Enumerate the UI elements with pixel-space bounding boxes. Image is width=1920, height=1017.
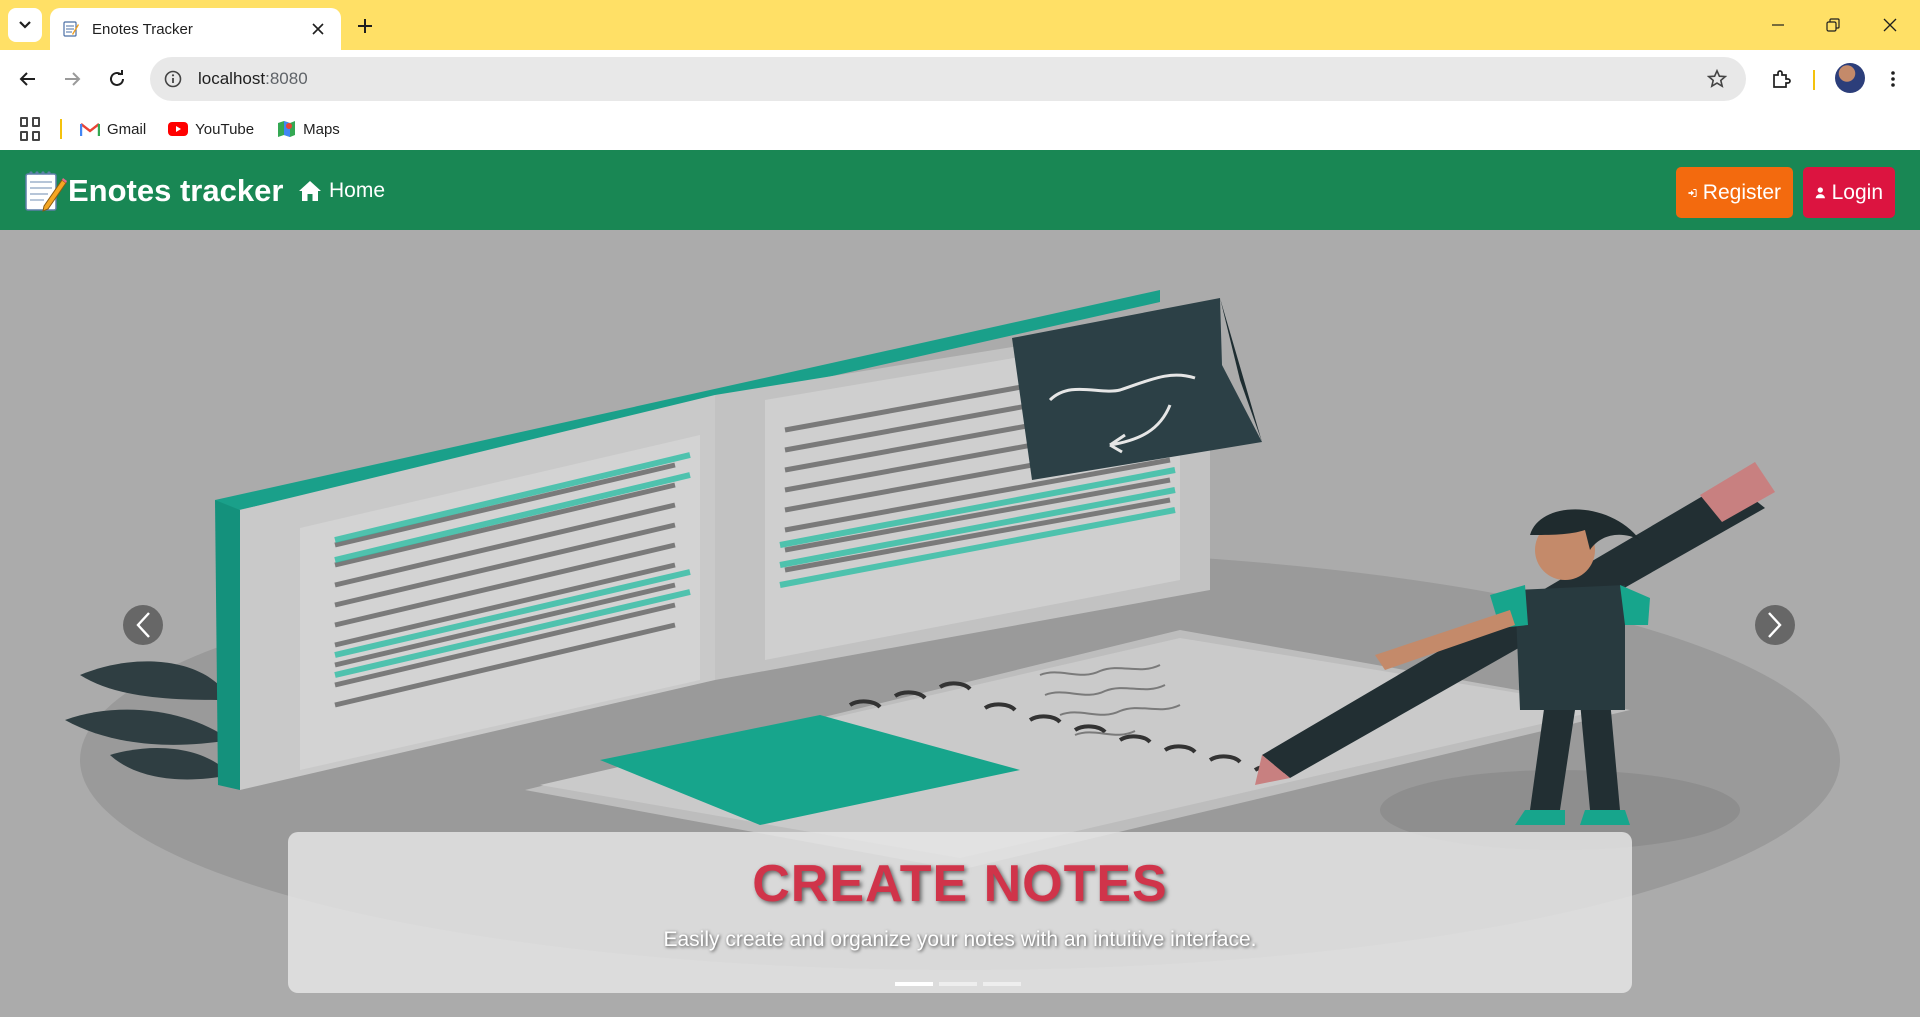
profile-avatar[interactable] <box>1835 63 1865 93</box>
bookmark-youtube[interactable]: YouTube <box>168 121 254 138</box>
youtube-icon <box>168 122 189 136</box>
tab-title: Enotes Tracker <box>92 20 193 38</box>
back-button[interactable] <box>11 62 45 96</box>
caption-title: CREATE NOTES <box>752 855 1168 913</box>
restore-button[interactable] <box>1811 8 1855 42</box>
login-button[interactable]: Login <box>1803 167 1895 218</box>
minimize-icon <box>1772 24 1784 26</box>
address-bar[interactable]: localhost:8080 <box>150 57 1746 101</box>
more-vertical-icon <box>1891 71 1895 87</box>
forward-button[interactable] <box>55 62 89 96</box>
chevron-left-icon <box>136 612 150 638</box>
carousel-indicators <box>895 982 1021 986</box>
carousel-indicator-2[interactable] <box>939 982 977 986</box>
chevron-right-icon <box>1768 612 1782 638</box>
login-label: Login <box>1831 180 1883 204</box>
notepad-pencil-icon <box>25 171 67 212</box>
carousel-next-button[interactable] <box>1755 605 1795 645</box>
close-window-button[interactable] <box>1868 8 1912 42</box>
browser-menu-button[interactable] <box>1876 62 1910 96</box>
carousel-indicator-1[interactable] <box>895 982 933 986</box>
nav-home-link[interactable]: Home <box>298 179 385 203</box>
bookmark-maps[interactable]: Maps <box>276 121 340 138</box>
reload-button[interactable] <box>100 62 134 96</box>
hero-carousel: CREATE NOTES Easily create and organize … <box>0 230 1920 1017</box>
close-tab-icon[interactable] <box>307 18 329 40</box>
carousel-indicator-3[interactable] <box>983 982 1021 986</box>
notepad-icon <box>63 21 79 37</box>
register-button[interactable]: Register <box>1676 167 1793 218</box>
carousel-prev-button[interactable] <box>123 605 163 645</box>
bookmark-label: YouTube <box>195 120 255 138</box>
brand-link[interactable]: Enotes tracker <box>22 168 283 214</box>
arrow-left-icon <box>19 72 35 86</box>
toolbar-divider <box>1813 70 1815 90</box>
browser-toolbar: localhost:8080 <box>0 50 1920 108</box>
maps-icon <box>278 121 296 137</box>
bookmark-label: Gmail <box>107 120 147 138</box>
apps-grid-icon[interactable] <box>20 117 44 141</box>
gmail-icon <box>80 123 100 136</box>
user-icon <box>1815 186 1826 198</box>
browser-tabstrip: Enotes Tracker <box>0 0 1920 50</box>
brand-title: Enotes tracker <box>68 173 284 208</box>
site-info-icon[interactable] <box>160 66 186 92</box>
app-navbar: Enotes tracker Home Register Login <box>0 150 1920 230</box>
bookmarks-divider <box>60 119 62 139</box>
restore-icon <box>1826 18 1840 32</box>
puzzle-icon <box>1773 70 1791 88</box>
sign-in-icon <box>1688 188 1697 197</box>
register-label: Register <box>1702 180 1781 204</box>
home-icon <box>299 181 321 201</box>
bookmarks-bar: Gmail YouTube Maps <box>0 108 1920 150</box>
close-icon <box>1883 18 1897 32</box>
minimize-button[interactable] <box>1756 8 1800 42</box>
arrow-right-icon <box>65 72 81 86</box>
nav-home-label: Home <box>329 179 386 202</box>
caption-text: Easily create and organize your notes wi… <box>663 928 1257 951</box>
carousel-caption: CREATE NOTES Easily create and organize … <box>288 832 1632 993</box>
tab-search-button[interactable] <box>8 8 42 42</box>
url-text: localhost:8080 <box>198 69 308 88</box>
chevron-down-icon <box>19 21 31 29</box>
reload-icon <box>110 70 124 86</box>
browser-tab-active[interactable]: Enotes Tracker <box>50 8 341 50</box>
bookmark-star-icon[interactable] <box>1700 62 1734 96</box>
plus-icon <box>358 19 372 33</box>
new-tab-button[interactable] <box>350 11 380 41</box>
bookmark-label: Maps <box>303 120 340 138</box>
extensions-button[interactable] <box>1764 62 1798 96</box>
bookmark-gmail[interactable]: Gmail <box>80 121 146 138</box>
